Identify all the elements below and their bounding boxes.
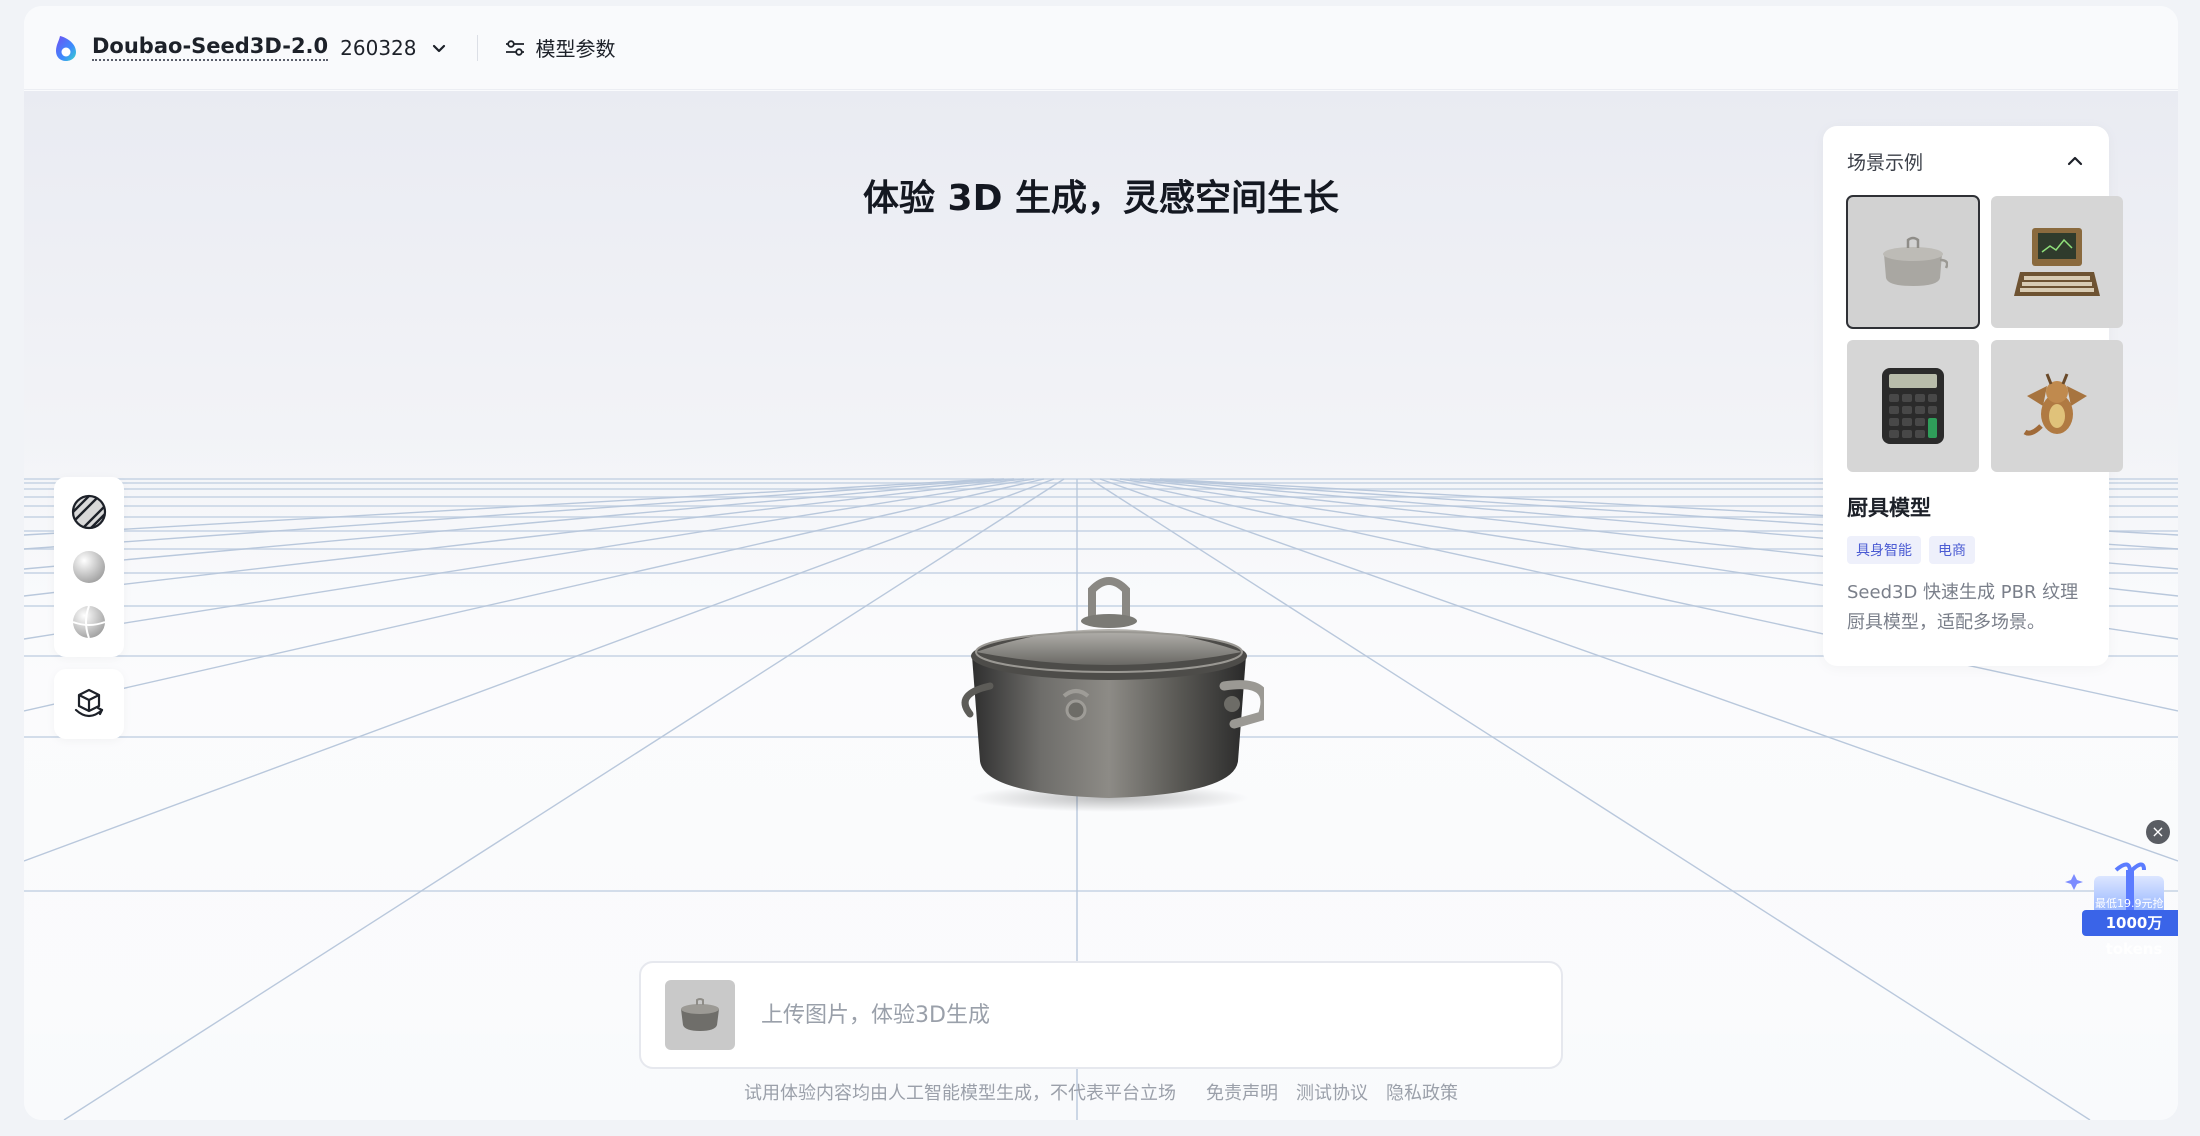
promo-tokens-badge[interactable]: 1000万tokens <box>2082 910 2178 958</box>
promo-price-text: 最低19.9元抢 <box>2095 897 2164 910</box>
calculator-thumbnail <box>1882 368 1944 444</box>
prompt-input[interactable] <box>761 1002 1521 1028</box>
footer: 试用体验内容均由人工智能模型生成，不代表平台立场 免责声明 测试协议 隐私政策 <box>24 1079 2178 1105</box>
wireframe-icon <box>71 495 107 530</box>
tag: 电商 <box>1929 536 1975 564</box>
doubao-logo-icon <box>56 35 76 61</box>
top-bar: Doubao-Seed3D-2.0 260328 模型参数 <box>24 6 2178 90</box>
chevron-up-icon[interactable] <box>2065 151 2085 171</box>
panel-header: 场景示例 <box>1847 146 2085 176</box>
model-selector-name[interactable]: Doubao-Seed3D-2.0 <box>92 34 329 61</box>
wireframe-mode-button[interactable] <box>69 492 109 532</box>
segment-mode-button[interactable] <box>69 602 109 642</box>
tag: 具身智能 <box>1847 536 1921 564</box>
example-description: Seed3D 快速生成 PBR 纹理厨具模型，适配多场景。 <box>1847 582 2079 633</box>
example-tags: 具身智能 电商 <box>1847 536 2085 564</box>
dragon-thumbnail <box>2023 373 2087 436</box>
example-dragon[interactable] <box>1991 340 2123 472</box>
example-calculator[interactable] <box>1847 340 1979 472</box>
auto-rotate-button[interactable] <box>54 669 124 739</box>
3d-model-pot[interactable] <box>954 566 1264 816</box>
render-mode-toolbar <box>54 477 124 657</box>
panel-title: 场景示例 <box>1847 151 1924 174</box>
pot-thumbnail <box>1883 236 1948 286</box>
app-frame: Doubao-Seed3D-2.0 260328 模型参数 体验 3D 生成，灵… <box>24 6 2178 1120</box>
3d-viewport[interactable]: 体验 3D 生成，灵感空间生长 场景示例 厨具模型 具身智能 电商 Seed3D… <box>24 91 2178 1120</box>
example-title: 厨具模型 <box>1847 496 1931 520</box>
sphere-smooth-icon <box>73 550 105 583</box>
computer-thumbnail <box>2014 228 2100 296</box>
example-vintage-computer[interactable] <box>1991 196 2123 328</box>
rotate-3d-icon <box>74 688 104 718</box>
disclaimer-link[interactable]: 免责声明 <box>1206 1079 1278 1105</box>
smooth-mode-button[interactable] <box>69 547 109 587</box>
privacy-policy-link[interactable]: 隐私政策 <box>1386 1079 1458 1105</box>
uploaded-image-thumbnail[interactable] <box>665 980 735 1050</box>
sliders-icon <box>505 39 524 56</box>
scene-examples-panel: 场景示例 厨具模型 具身智能 电商 Seed3D 快速生成 PBR 纹理厨具模型… <box>1823 126 2123 666</box>
header-divider <box>476 34 478 61</box>
pot-thumbnail <box>681 998 719 1031</box>
sphere-segment-icon <box>72 605 106 638</box>
test-agreement-link[interactable]: 测试协议 <box>1296 1079 1368 1105</box>
example-pot[interactable] <box>1846 195 1980 329</box>
model-params-label: 模型参数 <box>535 37 616 61</box>
model-params-button[interactable]: 模型参数 <box>504 33 616 62</box>
disclaimer-text: 试用体验内容均由人工智能模型生成，不代表平台立场 <box>744 1083 1176 1104</box>
upload-input-bar <box>639 961 1563 1069</box>
model-version[interactable]: 260328 <box>340 36 416 60</box>
chevron-down-icon[interactable] <box>431 40 447 56</box>
example-thumbnails <box>1846 195 2123 472</box>
promo-close-button[interactable]: × <box>2146 820 2170 844</box>
